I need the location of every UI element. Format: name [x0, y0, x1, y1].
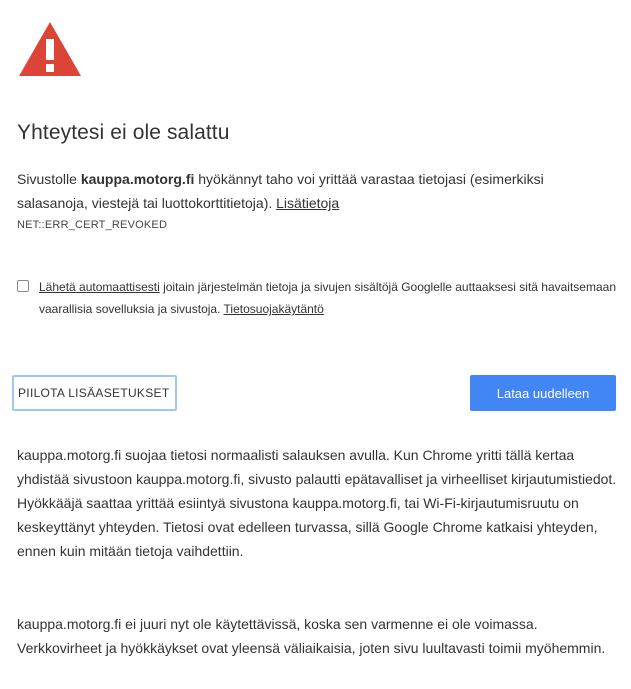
intro-text: Sivustolle kauppa.motorg.fi hyökännyt ta…: [17, 167, 617, 215]
optin-label: Lähetä automaattisesti joitain järjestel…: [39, 276, 617, 320]
learn-more-link[interactable]: Lisätietoja: [276, 195, 339, 211]
reload-button[interactable]: Lataa uudelleen: [470, 375, 616, 411]
page-title: Yhteytesi ei ole salattu: [17, 121, 230, 144]
hide-advanced-button[interactable]: PIILOTA LISÄASETUKSET: [12, 375, 177, 411]
details-paragraph-1: kauppa.motorg.fi suojaa tietosi normaali…: [17, 447, 617, 559]
send-automatically-link[interactable]: Lähetä automaattisesti: [39, 280, 160, 294]
intro-text-before: Sivustolle: [17, 171, 81, 187]
safe-browsing-optin: Lähetä automaattisesti joitain järjestel…: [17, 276, 617, 320]
details-paragraph-2: kauppa.motorg.fi ei juuri nyt ole käytet…: [17, 616, 606, 656]
error-code: NET::ERR_CERT_REVOKED: [17, 219, 168, 231]
site-domain: kauppa.motorg.fi: [80, 171, 195, 187]
warning-triangle-icon: [19, 22, 81, 76]
privacy-policy-link[interactable]: Tietosuojakäytäntö: [224, 302, 324, 316]
send-data-checkbox[interactable]: [17, 280, 29, 292]
